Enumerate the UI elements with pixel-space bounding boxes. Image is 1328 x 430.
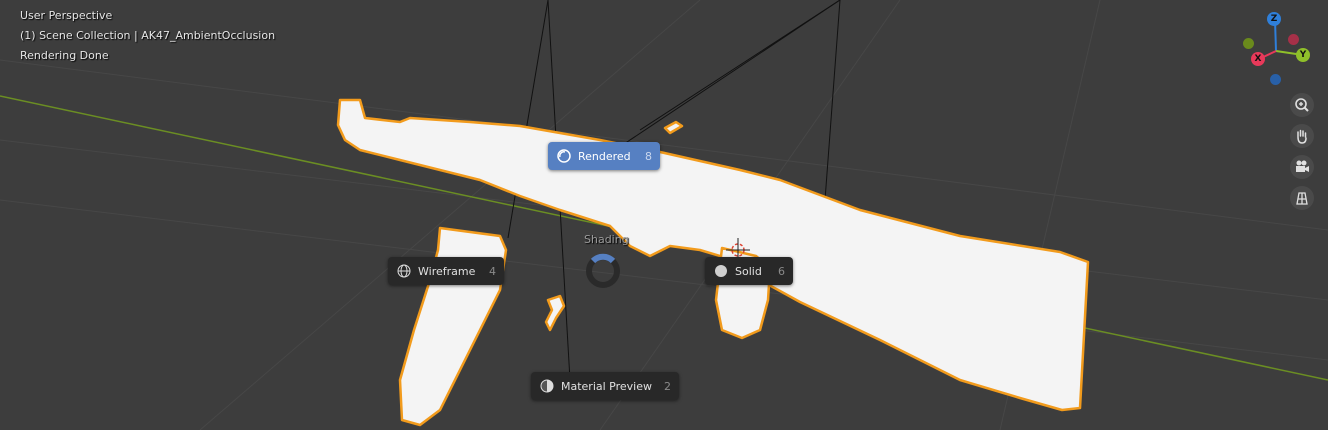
pie-item-material-preview[interactable]: Material Preview 2 — [531, 372, 679, 400]
grid-ortho-icon — [1296, 192, 1308, 205]
gizmo-y-label: Y — [1299, 50, 1307, 60]
rendered-icon — [556, 148, 572, 164]
navigation-gizmo[interactable]: Z Y X — [1240, 10, 1315, 90]
pie-item-label: Material Preview — [561, 379, 653, 393]
gizmo-z-axis[interactable]: Z — [1267, 12, 1281, 26]
pie-item-rendered[interactable]: Rendered 8 — [548, 142, 660, 170]
pie-item-solid[interactable]: Solid 6 — [705, 257, 793, 285]
pie-item-shortcut: 2 — [664, 379, 671, 393]
pie-item-label: Wireframe — [418, 264, 476, 278]
scene-collection-label: (1) Scene Collection | AK47_AmbientOcclu… — [20, 29, 276, 42]
material-preview-icon — [539, 378, 555, 394]
pan-button[interactable] — [1290, 124, 1314, 148]
gizmo-x-axis[interactable]: X — [1251, 52, 1265, 66]
gizmo-z-label: Z — [1270, 14, 1278, 24]
pie-item-label: Solid — [735, 264, 762, 278]
render-status-label: Rendering Done — [20, 49, 109, 62]
gizmo-neg-z-axis[interactable] — [1270, 74, 1281, 85]
3d-viewport[interactable] — [0, 0, 1328, 430]
gizmo-y-axis[interactable]: Y — [1296, 48, 1310, 62]
camera-view-button[interactable] — [1290, 155, 1314, 179]
pie-item-shortcut: 4 — [489, 264, 496, 278]
hand-pan-icon — [1297, 129, 1307, 144]
view-perspective-label: User Perspective — [20, 9, 113, 22]
pie-item-shortcut: 8 — [645, 149, 652, 163]
camera-icon — [1296, 160, 1309, 172]
pie-item-shortcut: 6 — [778, 264, 785, 278]
pie-menu-center-ring — [586, 253, 620, 288]
zoom-button[interactable] — [1290, 93, 1314, 117]
zoom-icon — [1295, 98, 1309, 112]
pie-menu-title: Shading — [584, 233, 629, 246]
solid-icon — [713, 263, 729, 279]
ortho-toggle-button[interactable] — [1290, 186, 1314, 210]
pie-item-label: Rendered — [578, 149, 631, 163]
gizmo-x-label: X — [1254, 54, 1262, 64]
pie-item-wireframe[interactable]: Wireframe 4 — [388, 257, 504, 285]
wireframe-icon — [396, 263, 412, 279]
gizmo-neg-x-axis[interactable] — [1288, 34, 1299, 45]
gizmo-neg-y-axis[interactable] — [1243, 38, 1254, 49]
